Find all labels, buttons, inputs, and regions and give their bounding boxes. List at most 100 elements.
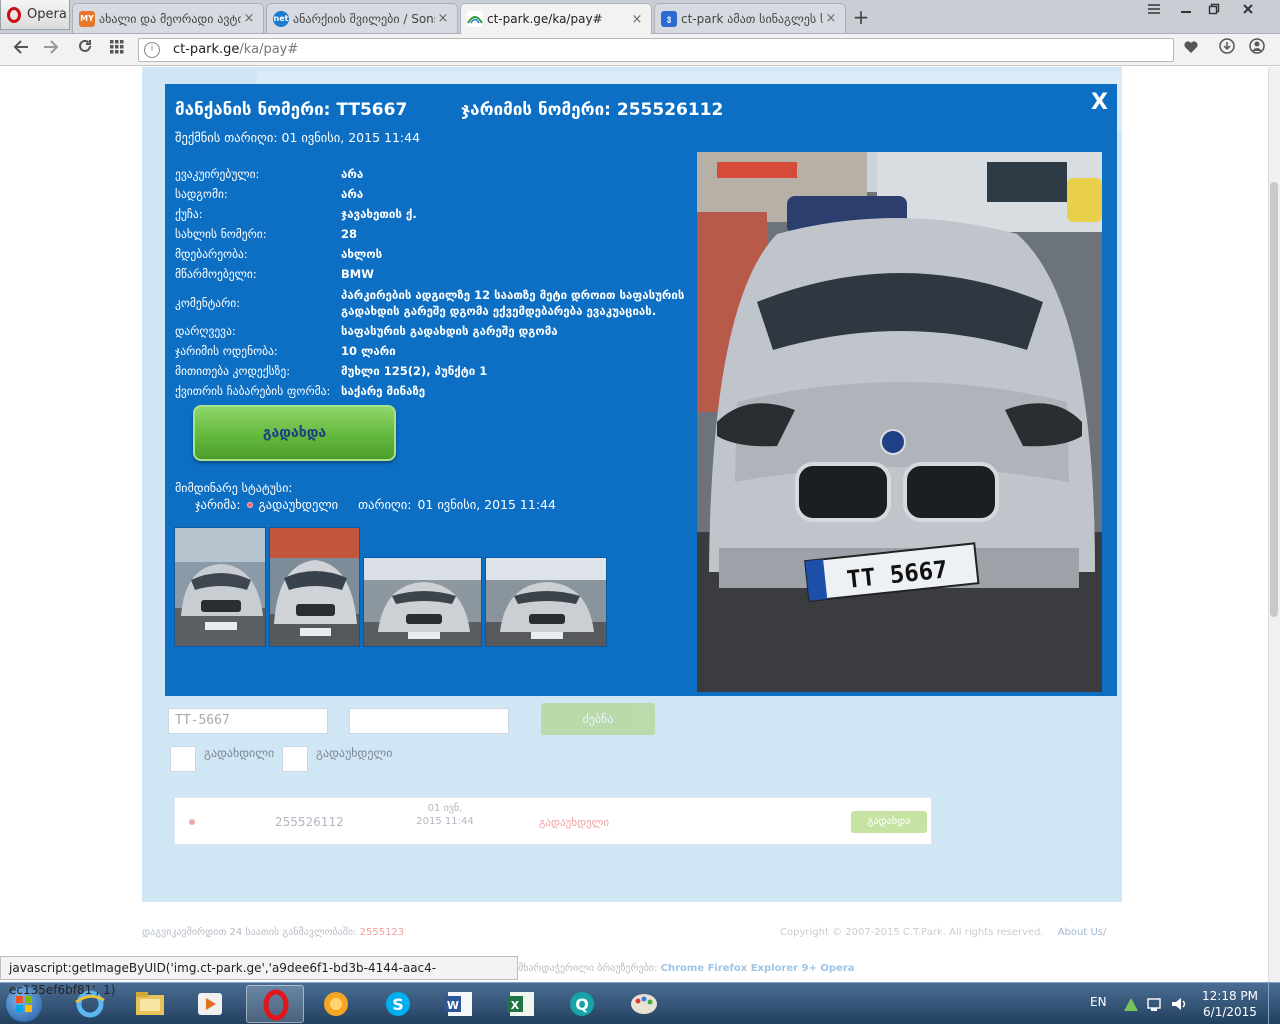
paid-checkbox[interactable] (170, 746, 196, 772)
detail-label: მწარმოებელი: (175, 267, 257, 281)
tab-ct-park-article[interactable]: ვ ct-park ამათ სინაგლეს ს. × (654, 3, 846, 33)
url-host: ct-park.ge (173, 42, 240, 57)
link-status-bar: javascript:getImageByUID('img.ct-park.ge… (0, 956, 518, 997)
detail-fine-amount: ჯარიმის ოდენობა: 10 ლარი (175, 341, 685, 361)
media-player-icon[interactable] (190, 989, 230, 1019)
supported-browsers: მხარდაჭერილი ბრაუზერები: Chrome Firefox … (518, 963, 855, 974)
car-photo-thumbnail-2[interactable] (269, 527, 360, 647)
page-scrollbar[interactable] (1268, 67, 1280, 982)
pay-button[interactable]: გადახდა (193, 405, 396, 461)
tab-sons-of-anarchy[interactable]: net ანარქიის შვილები / Sons × (266, 3, 458, 33)
unpaid-checkbox[interactable] (282, 746, 308, 772)
opera-taskbar-icon[interactable] (246, 985, 304, 1023)
detail-value: საფასურის გადახდის გარეშე დგომა (341, 324, 558, 338)
detail-value: არა (341, 167, 364, 181)
chrome-like-icon[interactable] (316, 989, 356, 1019)
restore-icon[interactable] (1200, 2, 1228, 22)
show-desktop-button[interactable] (1268, 983, 1280, 1024)
detail-label: სახლის ნომერი: (175, 227, 267, 241)
minimize-icon[interactable] (1172, 2, 1200, 22)
speed-dial-icon[interactable] (106, 38, 128, 60)
myauto-favicon-icon: MY (79, 10, 95, 27)
detail-label: მითითება კოდექსზე: (175, 364, 291, 378)
explorer-icon[interactable] (130, 989, 170, 1019)
tray-flag-icon[interactable] (1146, 995, 1164, 1013)
scrollbar-thumb[interactable] (1270, 182, 1278, 617)
paid-checkbox-label: გადახდილი (204, 746, 275, 760)
tray-volume-icon[interactable] (1170, 995, 1188, 1013)
car-main-photo[interactable]: TT 5667 (697, 152, 1102, 692)
detail-label: მდებარეობა: (175, 247, 248, 261)
detail-label: ევაკუირებული: (175, 167, 260, 181)
heart-bookmark-icon[interactable] (1180, 38, 1202, 60)
detail-value: 10 ლარი (341, 344, 396, 358)
status-fine-label: ჯარიმა: (195, 497, 241, 512)
car-photo-thumbnail-3[interactable] (363, 557, 482, 647)
q-app-icon[interactable]: Q (562, 989, 602, 1019)
fine-search-input[interactable] (349, 708, 509, 734)
status-dot-icon (189, 819, 195, 825)
status-date-label: თარიღი: (358, 497, 412, 512)
fine-details-list: ევაკუირებული: არა სადგომი: არა ქუჩა: ჯავახე… (175, 164, 685, 401)
row-pay-button[interactable]: გადახდა (851, 811, 927, 833)
detail-street: ქუჩა: ჯავახეთის ქ. (175, 204, 685, 224)
reload-icon[interactable] (74, 38, 96, 60)
detail-label: ქვითრის ჩაბარების ფორმა: (175, 384, 331, 398)
browsers-list: Chrome Firefox Explorer 9+ Opera (660, 963, 855, 974)
detail-location: მდებარეობა: ახლოს (175, 244, 685, 264)
tab-close-icon[interactable]: × (435, 11, 451, 26)
svg-text:W: W (447, 999, 459, 1012)
tab-ct-park-pay[interactable]: ct-park.ge/ka/pay# × (460, 3, 652, 34)
tab-menu-icon[interactable] (1140, 2, 1168, 22)
site-info-icon[interactable]: i (144, 42, 160, 58)
detail-value: ჯავახეთის ქ. (341, 207, 417, 221)
url-input[interactable]: ct-park.ge/ka/pay# (138, 38, 1174, 62)
excel-icon[interactable]: X (502, 989, 542, 1019)
back-icon[interactable] (10, 38, 32, 60)
footer-contact-text: დაგვიკავშირდით 24 საათის განმავლობაში: (142, 927, 357, 938)
tray-network-icon[interactable] (1122, 995, 1140, 1013)
detail-house-number: სახლის ნომერი: 28 (175, 224, 685, 244)
opera-logo-icon (7, 6, 21, 23)
account-icon[interactable] (1246, 38, 1268, 60)
paint-icon[interactable] (624, 989, 664, 1019)
plate-search-input[interactable]: TT-5667 (168, 708, 328, 734)
opera-menu-button[interactable]: Opera (0, 0, 70, 30)
tab-label: ct-park ამათ სინაგლეს ს. (681, 11, 823, 26)
detail-receipt-form: ქვითრის ჩაბარების ფორმა: საქარე მინაზე (175, 381, 685, 401)
tab-myauto[interactable]: MY ახალი და მეორადი ავტომ × (72, 3, 264, 33)
tab-strip: Opera MY ახალი და მეორადი ავტომ × net ან… (0, 0, 1280, 34)
word-icon[interactable]: W (440, 989, 480, 1019)
address-bar-row: ct-park.ge/ka/pay# i (0, 34, 1280, 66)
about-link[interactable]: About Us/ (1058, 927, 1107, 938)
tab-close-icon[interactable]: × (823, 11, 839, 26)
close-window-icon[interactable] (1234, 2, 1262, 22)
detail-value: 28 (341, 227, 358, 241)
tab-close-icon[interactable]: × (629, 12, 645, 27)
detail-label: კომენტარი: (175, 296, 241, 310)
new-tab-button[interactable]: + (850, 6, 872, 28)
tab-close-icon[interactable]: × (241, 11, 257, 26)
status-value: გადაუხდელი (258, 497, 339, 512)
forward-icon[interactable] (40, 38, 62, 60)
tab-label: ct-park.ge/ka/pay# (487, 12, 603, 26)
detail-value: ახლოს (341, 247, 383, 261)
search-button[interactable]: ძებნა (541, 703, 655, 735)
clock-time[interactable]: 12:18 PM (1200, 989, 1260, 1003)
download-icon[interactable] (1216, 38, 1238, 60)
detail-value: პარკირების ადგილზე 12 საათზე მეტი დროით … (341, 288, 685, 318)
net-favicon-icon: net (273, 10, 289, 27)
detail-comment: კომენტარი: პარკირების ადგილზე 12 საათზე მ… (175, 284, 685, 321)
close-modal-button[interactable]: X (1091, 92, 1108, 114)
clock-date[interactable]: 6/1/2015 (1200, 1005, 1260, 1019)
footer-phone[interactable]: 2555123 (360, 927, 405, 938)
car-photo-thumbnail-4[interactable] (485, 557, 607, 647)
language-indicator[interactable]: EN (1090, 995, 1107, 1009)
skype-icon[interactable]: S (378, 989, 418, 1019)
row-fine-number: 255526112 (275, 815, 344, 829)
car-photo-thumbnail-1[interactable] (174, 527, 266, 647)
site-favicon-icon: ვ (661, 10, 677, 27)
footer-copyright: Copyright © 2007-2015 C.T.Park. All righ… (780, 927, 1106, 938)
detail-code-reference: მითითება კოდექსზე: მუხლი 125(2), პუნქტი 1 (175, 361, 685, 381)
detail-value: BMW (341, 267, 374, 281)
